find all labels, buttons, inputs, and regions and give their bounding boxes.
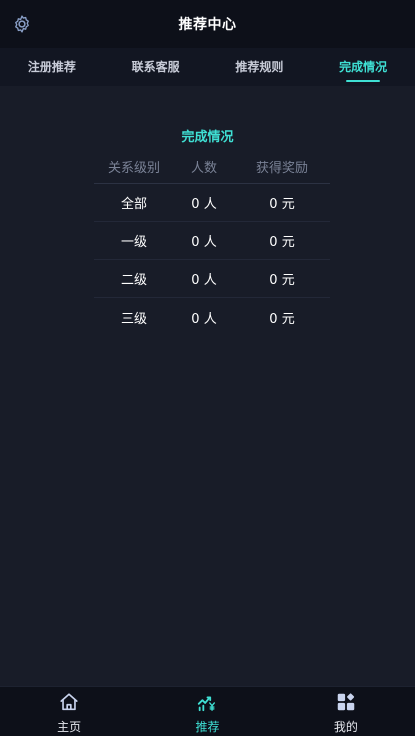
table-row: 一级 0 人 0 元 (94, 222, 330, 260)
main-content: 完成情况 关系级别 人数 获得奖励 全部 0 人 0 元 一级 0 人 0 元 … (0, 86, 415, 686)
page-title: 推荐中心 (178, 17, 237, 33)
app-root: 推荐中心 注册推荐 联系客服 推荐规则 完成情况 完成情况 关系级别 人数 获得… (0, 0, 415, 736)
table-header-row: 关系级别 人数 获得奖励 (94, 150, 330, 184)
table-row: 三级 0 人 0 元 (94, 298, 330, 336)
table-row: 全部 0 人 0 元 (94, 184, 330, 222)
nav-item-mine[interactable]: 我的 (277, 687, 415, 736)
tab-completion-status[interactable]: 完成情况 (311, 48, 415, 86)
nav-label-mine: 我的 (333, 720, 358, 734)
section-title: 完成情况 (181, 130, 234, 145)
column-header: 关系级别 (107, 161, 160, 176)
reward-cell: 0 元 (269, 197, 295, 212)
nav-label-referral: 推荐 (195, 720, 220, 734)
bottom-nav: 主页 推荐 我的 (0, 686, 415, 736)
nav-label-home: 主页 (57, 720, 82, 734)
count-cell: 0 人 (191, 311, 217, 327)
count-cell: 0 人 (191, 197, 217, 212)
reward-cell: 0 元 (269, 311, 295, 327)
top-header: 推荐中心 (0, 0, 415, 48)
level-cell: 二级 (120, 273, 147, 288)
reward-cell: 0 元 (269, 235, 295, 250)
level-cell: 一级 (120, 235, 147, 250)
level-cell: 全部 (120, 197, 147, 212)
nav-item-referral[interactable]: 推荐 (138, 687, 276, 736)
column-header: 人数 (190, 161, 217, 176)
column-header: 获得奖励 (255, 161, 308, 176)
grid-apps-icon (335, 691, 357, 713)
reward-cell: 0 元 (269, 273, 295, 288)
tab-bar: 注册推荐 联系客服 推荐规则 完成情况 (0, 48, 415, 86)
completion-table: 关系级别 人数 获得奖励 全部 0 人 0 元 一级 0 人 0 元 二级 0 … (94, 150, 330, 336)
table-row: 二级 0 人 0 元 (94, 260, 330, 298)
tab-contact-support[interactable]: 联系客服 (104, 48, 208, 86)
home-icon (58, 691, 80, 713)
count-cell: 0 人 (191, 235, 217, 250)
tab-referral-rules[interactable]: 推荐规则 (208, 48, 312, 86)
nav-item-home[interactable]: 主页 (0, 687, 138, 736)
trend-yuan-icon (196, 691, 218, 713)
count-cell: 0 人 (191, 273, 217, 288)
level-cell: 三级 (120, 311, 147, 327)
tab-register-referral[interactable]: 注册推荐 (0, 48, 104, 86)
gear-icon[interactable] (12, 14, 32, 34)
